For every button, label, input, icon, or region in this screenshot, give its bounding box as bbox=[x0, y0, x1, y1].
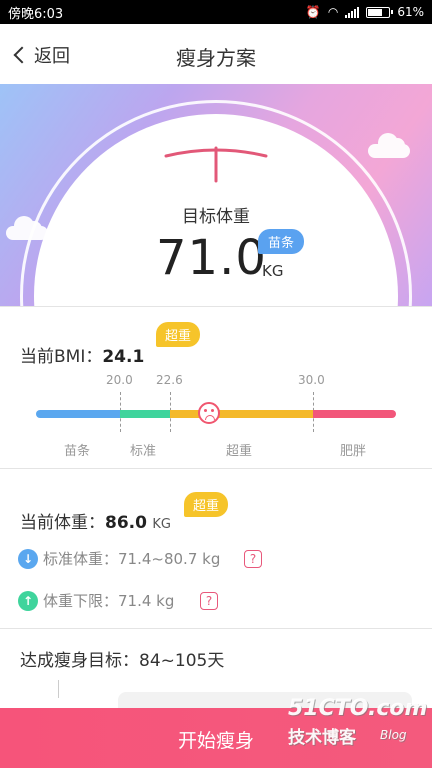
bmi-range-standard bbox=[120, 410, 170, 418]
page-title: 瘦身方案 bbox=[176, 46, 256, 70]
bmi-heading: 当前BMI：24.1 bbox=[20, 342, 144, 367]
upload-icon: ↑ bbox=[18, 590, 38, 611]
status-icons: ⏰ ◠ 61% bbox=[306, 5, 424, 19]
current-weight-label: 当前体重： bbox=[20, 513, 105, 533]
target-weight-value: 71.0 bbox=[156, 230, 267, 286]
bmi-threshold-3: 30.0 bbox=[298, 373, 325, 387]
target-weight-unit: KG bbox=[262, 262, 284, 280]
bmi-category-obese: 肥胖 bbox=[340, 444, 367, 459]
bmi-category-slim: 苗条 bbox=[64, 444, 91, 459]
bmi-range-slim bbox=[36, 410, 120, 418]
watermark-blog: Blog bbox=[380, 728, 407, 742]
bmi-range-obese bbox=[313, 410, 396, 418]
standard-weight-row: ↓ 标准体重：71.4~80.7 kg bbox=[18, 548, 220, 569]
bmi-category-standard: 标准 bbox=[130, 444, 157, 459]
bmi-threshold-1: 20.0 bbox=[106, 373, 133, 387]
bmi-status-badge: 超重 bbox=[156, 322, 201, 347]
bmi-value: 24.1 bbox=[102, 347, 145, 367]
weight-status-badge: 超重 bbox=[184, 492, 229, 517]
target-weight-label: 目标体重 bbox=[182, 207, 250, 227]
navigation-bar: 返回 瘦身方案 bbox=[0, 24, 432, 84]
target-weight-panel: 目标体重 71.0 KG 苗条 bbox=[0, 84, 432, 306]
current-weight-heading: 当前体重：86.0 KG bbox=[20, 508, 171, 533]
divider bbox=[0, 628, 432, 629]
current-weight-unit: KG bbox=[152, 517, 171, 532]
divider bbox=[0, 306, 432, 307]
bmi-marker-face-icon bbox=[198, 402, 220, 424]
goal-duration: 达成瘦身目标：84~105天 bbox=[20, 651, 225, 671]
timeline-line bbox=[58, 680, 59, 698]
status-time: 傍晚6:03 bbox=[8, 6, 64, 22]
bmi-category-overweight: 超重 bbox=[226, 444, 253, 459]
status-bar: 傍晚6:03 ⏰ ◠ 61% bbox=[0, 0, 432, 24]
target-status-badge: 苗条 bbox=[258, 229, 305, 254]
watermark: 51CTO.com 技术博客 Blog bbox=[288, 696, 427, 748]
bmi-range-overweight bbox=[170, 410, 313, 418]
weight-lower-row: ↑ 体重下限：71.4 kg bbox=[18, 590, 174, 611]
weight-lower-text: 体重下限：71.4 kg bbox=[43, 592, 175, 610]
wifi-icon: ◠ bbox=[327, 5, 339, 19]
watermark-site: 51CTO.com bbox=[288, 696, 428, 721]
battery-percent: 61% bbox=[397, 5, 424, 19]
divider bbox=[0, 468, 432, 469]
weight-lower-help-icon[interactable]: ? bbox=[200, 592, 218, 610]
standard-weight-text: 标准体重：71.4~80.7 kg bbox=[43, 550, 221, 568]
bmi-threshold-2: 22.6 bbox=[156, 373, 183, 387]
alarm-off-icon: ⏰ bbox=[305, 5, 321, 19]
standard-weight-help-icon[interactable]: ? bbox=[244, 550, 262, 568]
battery-icon bbox=[366, 6, 394, 18]
current-weight-value: 86.0 bbox=[105, 513, 147, 533]
download-icon: ↓ bbox=[18, 548, 38, 569]
signal-icon bbox=[345, 6, 360, 18]
bmi-label: 当前BMI： bbox=[20, 347, 103, 367]
